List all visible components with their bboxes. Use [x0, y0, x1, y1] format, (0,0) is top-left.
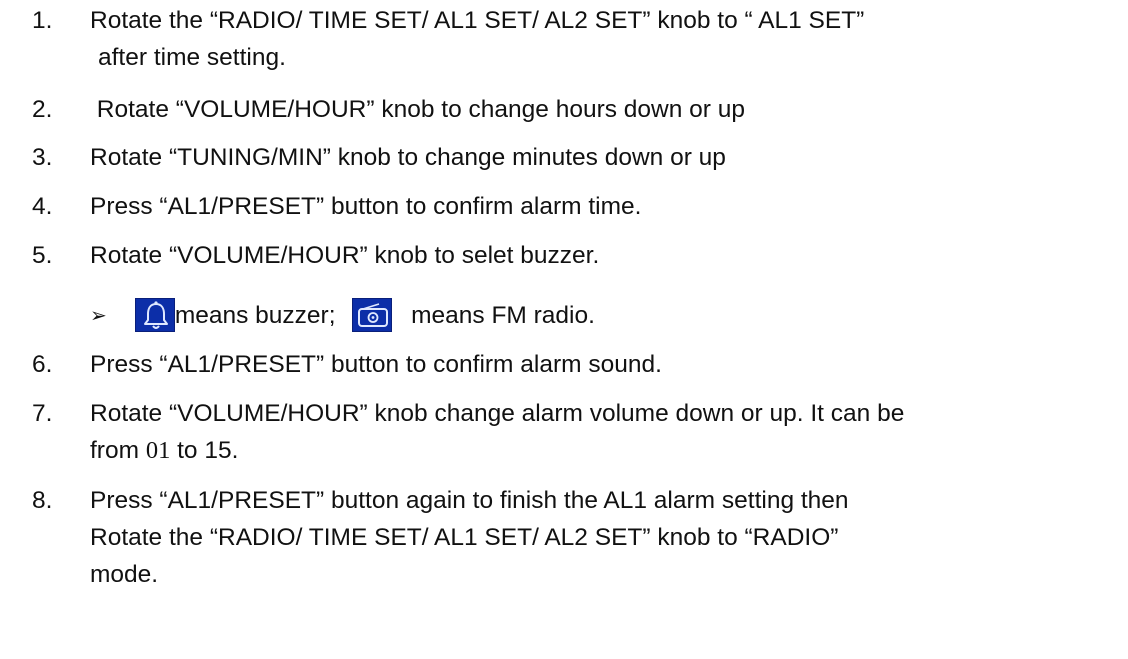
item-line: Rotate “VOLUME/HOUR” knob to selet buzze…: [90, 242, 600, 269]
item-line: Rotate “TUNING/MIN” knob to change minut…: [90, 144, 726, 171]
range-start-value: 01: [145, 437, 171, 464]
item-line: after time setting.: [98, 44, 286, 71]
item-line: Rotate “VOLUME/HOUR” knob to change hour…: [90, 96, 746, 123]
item-number: 4.: [32, 193, 53, 220]
range-suffix: to 15.: [170, 437, 239, 464]
item-number: 5.: [32, 242, 53, 269]
list-item-7: 7. Rotate “VOLUME/HOUR” knob change alar…: [32, 395, 1120, 469]
item-number: 2.: [32, 96, 53, 123]
item-line: Press “AL1/PRESET” button to confirm ala…: [90, 351, 662, 378]
bell-icon: [134, 298, 175, 332]
list-item-3: 3. Rotate “TUNING/MIN” knob to change mi…: [32, 139, 1120, 176]
radio-legend-text: means FM radio.: [411, 302, 595, 329]
icon-legend: ➢ means buzzer; means FM radio.: [90, 296, 595, 336]
item-number: 8.: [32, 487, 53, 514]
instruction-document: 1. Rotate the “RADIO/ TIME SET/ AL1 SET/…: [0, 0, 1128, 659]
list-item-6: 6. Press “AL1/PRESET” button to confirm …: [32, 346, 1120, 383]
buzzer-legend-text: means buzzer;: [174, 302, 336, 329]
list-item-5: 5. Rotate “VOLUME/HOUR” knob to selet bu…: [32, 237, 1120, 274]
item-line: Rotate the “RADIO/ TIME SET/ AL1 SET/ AL…: [90, 7, 865, 34]
list-item-8: 8. Press “AL1/PRESET” button again to fi…: [32, 482, 1120, 593]
item-line: from 01 to 15.: [32, 432, 1120, 469]
item-number: 3.: [32, 144, 53, 171]
item-number: 6.: [32, 351, 53, 378]
list-item-2: 2. Rotate “VOLUME/HOUR” knob to change h…: [32, 91, 1120, 128]
list-item-1: 1. Rotate the “RADIO/ TIME SET/ AL1 SET/…: [32, 2, 1120, 76]
range-prefix: from: [90, 437, 146, 464]
bullet-arrow-marker: ➢: [90, 305, 107, 327]
item-line: Rotate “VOLUME/HOUR” knob change alarm v…: [90, 400, 905, 427]
item-line: mode.: [90, 561, 159, 588]
radio-icon: [352, 298, 393, 332]
item-line: Press “AL1/PRESET” button to confirm ala…: [90, 193, 642, 220]
item-number: 7.: [32, 400, 53, 427]
list-item-4: 4. Press “AL1/PRESET” button to confirm …: [32, 188, 1120, 225]
item-line: Press “AL1/PRESET” button again to finis…: [90, 487, 849, 514]
item-line: Rotate the “RADIO/ TIME SET/ AL1 SET/ AL…: [90, 524, 839, 551]
item-number: 1.: [32, 7, 53, 34]
